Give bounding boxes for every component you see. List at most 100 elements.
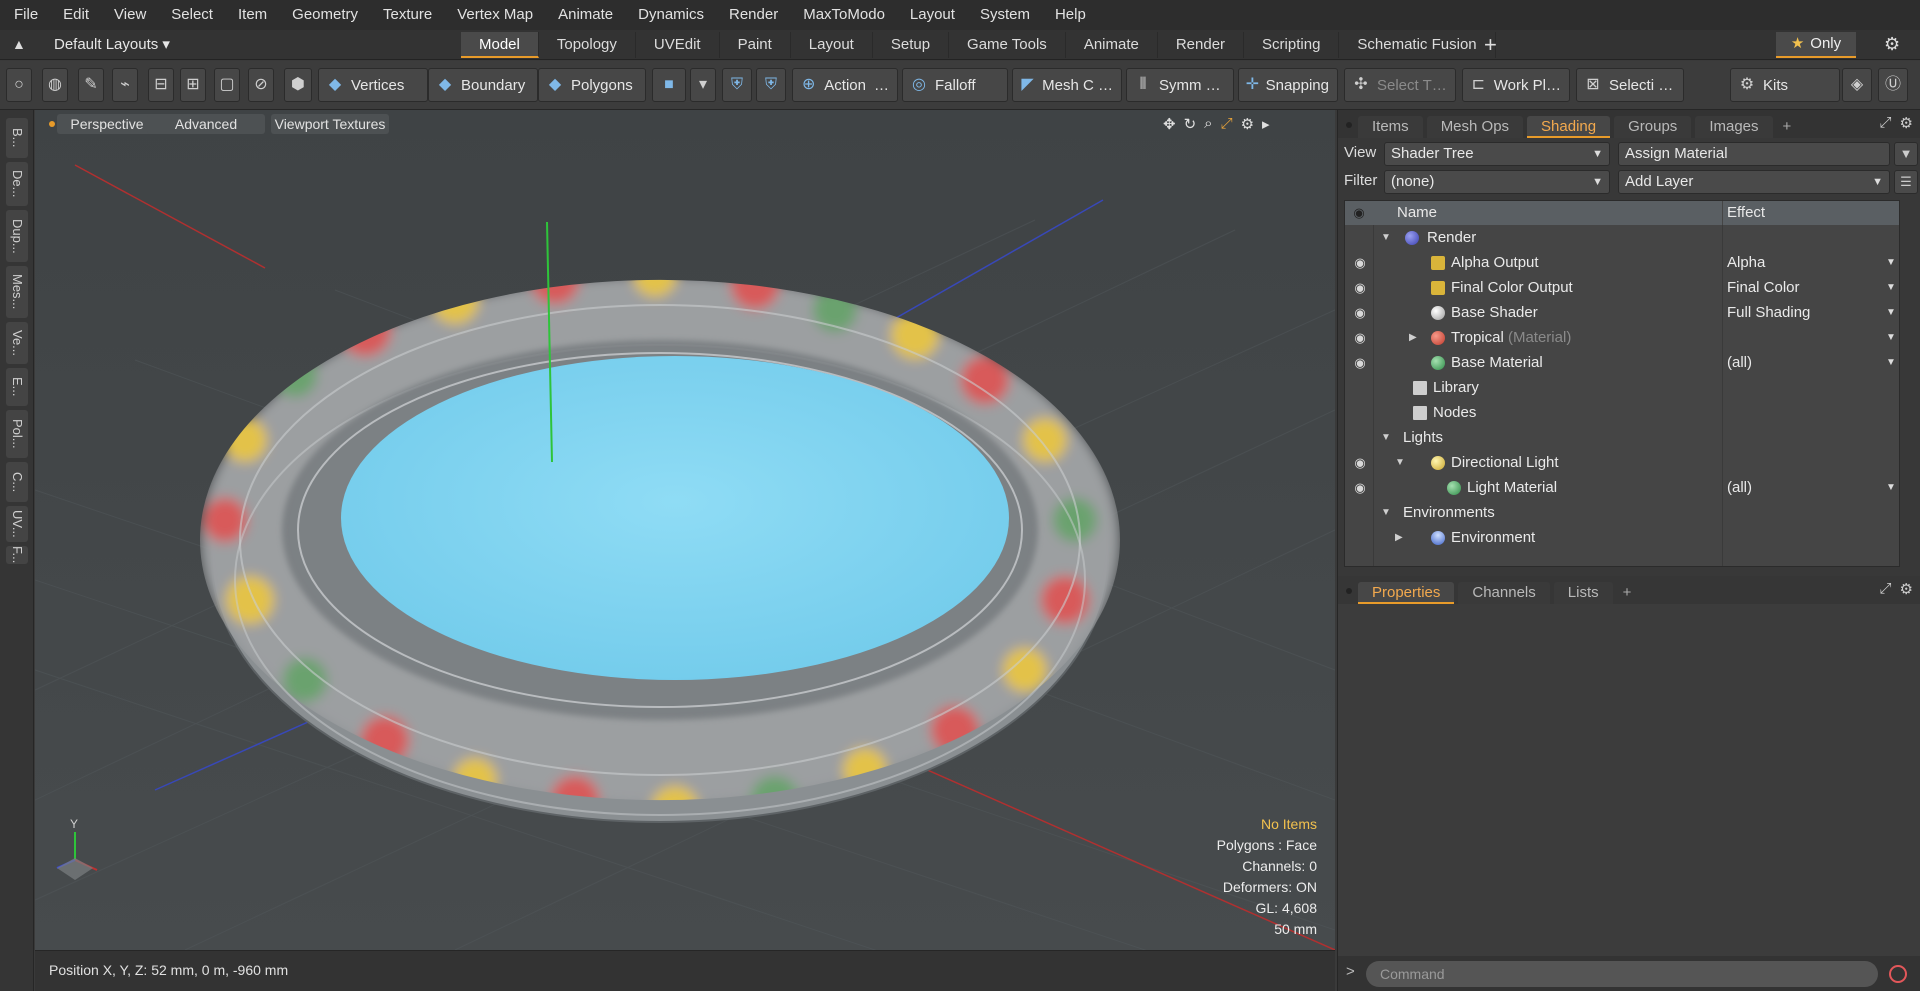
action-center-select-button[interactable]: ⛨ (756, 68, 786, 102)
tree-row-library[interactable]: Library (1345, 375, 1899, 400)
menu-edit[interactable]: Edit (49, 0, 100, 30)
add-layer-dropdown[interactable]: Add Layer ▼ (1618, 170, 1890, 194)
left-tab-duplicate[interactable]: Dup... (6, 210, 28, 262)
tree-row-base-material[interactable]: ◉ Base Material (all) ▼ (1345, 350, 1899, 375)
action-center-auto-button[interactable]: ⛨ (722, 68, 752, 102)
expand-arrow-icon[interactable]: ▼ (1395, 450, 1407, 475)
tab-scripting[interactable]: Scripting (1244, 32, 1340, 58)
snapping-button[interactable]: ✛ Snapping (1238, 68, 1338, 102)
tab-groups[interactable]: Groups (1614, 116, 1692, 138)
tree-row-tropical-material[interactable]: ◉ ▶ Tropical (Material) ▼ (1345, 325, 1899, 350)
mode-dropdown-button[interactable]: ▾ (690, 68, 716, 102)
item-mode-button[interactable]: ⬢ (284, 68, 312, 102)
viewport-textures-button[interactable]: Viewport Textures (271, 114, 389, 134)
view-dropdown[interactable]: Shader Tree ▼ (1384, 142, 1610, 166)
eye-icon[interactable]: ◉ (1351, 275, 1369, 300)
menu-animate[interactable]: Animate (544, 0, 624, 30)
viewport-settings-gear-icon[interactable]: ⚙ (1241, 115, 1254, 133)
loop-tool-button[interactable]: ⊟ (148, 68, 174, 102)
pen-tool-button[interactable]: ✎ (78, 68, 104, 102)
add-panel-tab-button[interactable]: + (1617, 582, 1638, 604)
tab-mesh-ops[interactable]: Mesh Ops (1426, 116, 1524, 138)
chevron-down-icon[interactable]: ▼ (1886, 325, 1896, 350)
tab-model[interactable]: Model (461, 32, 539, 58)
panel-gear-icon[interactable]: ⚙ (1900, 580, 1913, 598)
perspective-button[interactable]: Perspective (57, 114, 157, 134)
left-tab-basic[interactable]: B... (6, 118, 28, 158)
filter-funnel-button[interactable]: ▼ (1894, 142, 1918, 166)
advanced-shading-button[interactable]: Advanced (147, 114, 265, 134)
zoom-view-icon[interactable]: ⌕ (1204, 115, 1212, 133)
tab-animate[interactable]: Animate (1066, 32, 1158, 58)
maximize-view-icon[interactable]: ⤢ (1221, 115, 1233, 133)
eye-icon[interactable]: ◉ (1351, 475, 1369, 500)
menu-view[interactable]: View (100, 0, 157, 30)
left-tab-vertex[interactable]: Ve... (6, 322, 28, 364)
expand-arrow-icon[interactable]: ▼ (1381, 425, 1393, 450)
tab-render[interactable]: Render (1158, 32, 1245, 58)
tab-setup[interactable]: Setup (873, 32, 950, 58)
left-tab-deform[interactable]: De... (6, 162, 28, 206)
eye-icon[interactable]: ◉ (1351, 450, 1369, 475)
menu-render[interactable]: Render (715, 0, 789, 30)
tab-lists[interactable]: Lists (1553, 582, 1613, 604)
menu-texture[interactable]: Texture (369, 0, 443, 30)
command-input[interactable]: Command (1366, 961, 1878, 987)
menu-geometry[interactable]: Geometry (278, 0, 369, 30)
tree-row-lights[interactable]: ▼ Lights (1345, 425, 1899, 450)
polygons-mode-button[interactable]: ◆ Polygons (538, 68, 646, 102)
gear-icon[interactable]: ⚙ (1884, 34, 1900, 55)
menu-layout[interactable]: Layout (896, 0, 966, 30)
tree-row-final-color-output[interactable]: ◉ Final Color Output Final Color ▼ (1345, 275, 1899, 300)
work-plane-button[interactable]: ⊏ Work Pl… (1462, 68, 1570, 102)
tab-uvedit[interactable]: UVEdit (636, 32, 720, 58)
tree-row-environments[interactable]: ▼ Environments (1345, 500, 1899, 525)
menu-item[interactable]: Item (224, 0, 278, 30)
column-header-effect[interactable]: Effect (1722, 201, 1765, 225)
expand-arrow-icon[interactable]: ▶ (1395, 525, 1407, 550)
tree-row-light-material[interactable]: ◉ Light Material (all) ▼ (1345, 475, 1899, 500)
menu-select[interactable]: Select (157, 0, 224, 30)
eye-icon[interactable]: ◉ (1351, 250, 1369, 275)
menu-help[interactable]: Help (1041, 0, 1097, 30)
tab-properties[interactable]: Properties (1358, 582, 1455, 604)
assign-material-button[interactable]: Assign Material (1618, 142, 1890, 166)
menu-vertex-map[interactable]: Vertex Map (443, 0, 544, 30)
kits-button[interactable]: ⚙ Kits (1730, 68, 1840, 102)
globe-button[interactable]: ◍ (42, 68, 68, 102)
expand-arrow-icon[interactable]: ▼ (1381, 225, 1393, 250)
tree-row-base-shader[interactable]: ◉ Base Shader Full Shading ▼ (1345, 300, 1899, 325)
chevron-down-icon[interactable]: ▼ (1886, 475, 1896, 500)
layout-selector-dropdown[interactable]: Default Layouts ▾ (54, 30, 170, 60)
chevron-down-icon[interactable]: ▼ (1886, 350, 1896, 375)
left-tab-fusion[interactable]: F... (6, 546, 28, 564)
eye-icon[interactable]: ◉ (1351, 325, 1369, 350)
symmetry-button[interactable]: ⦀ Symm … (1126, 68, 1234, 102)
move-view-icon[interactable]: ✥ (1163, 115, 1176, 133)
tab-layout[interactable]: Layout (791, 32, 873, 58)
vertices-mode-button[interactable]: ◆ Vertices (318, 68, 428, 102)
collapse-arrow-icon[interactable]: ▲ (12, 36, 30, 54)
tab-items[interactable]: Items (1358, 116, 1423, 138)
brush-tool-button[interactable]: ⌁ (112, 68, 138, 102)
falloff-button[interactable]: ◎ Falloff (902, 68, 1008, 102)
chevron-down-icon[interactable]: ▼ (1886, 300, 1896, 325)
left-tab-curve[interactable]: C... (6, 462, 28, 502)
menu-dynamics[interactable]: Dynamics (624, 0, 715, 30)
3d-viewport[interactable]: Y Perspective Advanced Viewport Textures… (35, 110, 1335, 950)
chevron-down-icon[interactable]: ▼ (1886, 250, 1896, 275)
unity-kit-button[interactable]: ◈ (1842, 68, 1872, 102)
tree-row-nodes[interactable]: Nodes (1345, 400, 1899, 425)
action-center-button[interactable]: ⊕ Action… (792, 68, 898, 102)
rotate-view-icon[interactable]: ↻ (1184, 115, 1197, 133)
panel-gear-icon[interactable]: ⚙ (1900, 114, 1913, 132)
slash-circle-button[interactable]: ⊘ (248, 68, 274, 102)
tree-row-alpha-output[interactable]: ◉ Alpha Output Alpha ▼ (1345, 250, 1899, 275)
pop-out-icon[interactable]: ⤢ (1880, 114, 1892, 132)
add-panel-tab-button[interactable]: + (1777, 116, 1798, 138)
menu-system[interactable]: System (966, 0, 1041, 30)
tab-game-tools[interactable]: Game Tools (949, 32, 1066, 58)
column-header-name[interactable]: Name (1397, 201, 1437, 225)
pop-out-icon[interactable]: ⤢ (1880, 580, 1892, 598)
tab-channels[interactable]: Channels (1458, 582, 1550, 604)
